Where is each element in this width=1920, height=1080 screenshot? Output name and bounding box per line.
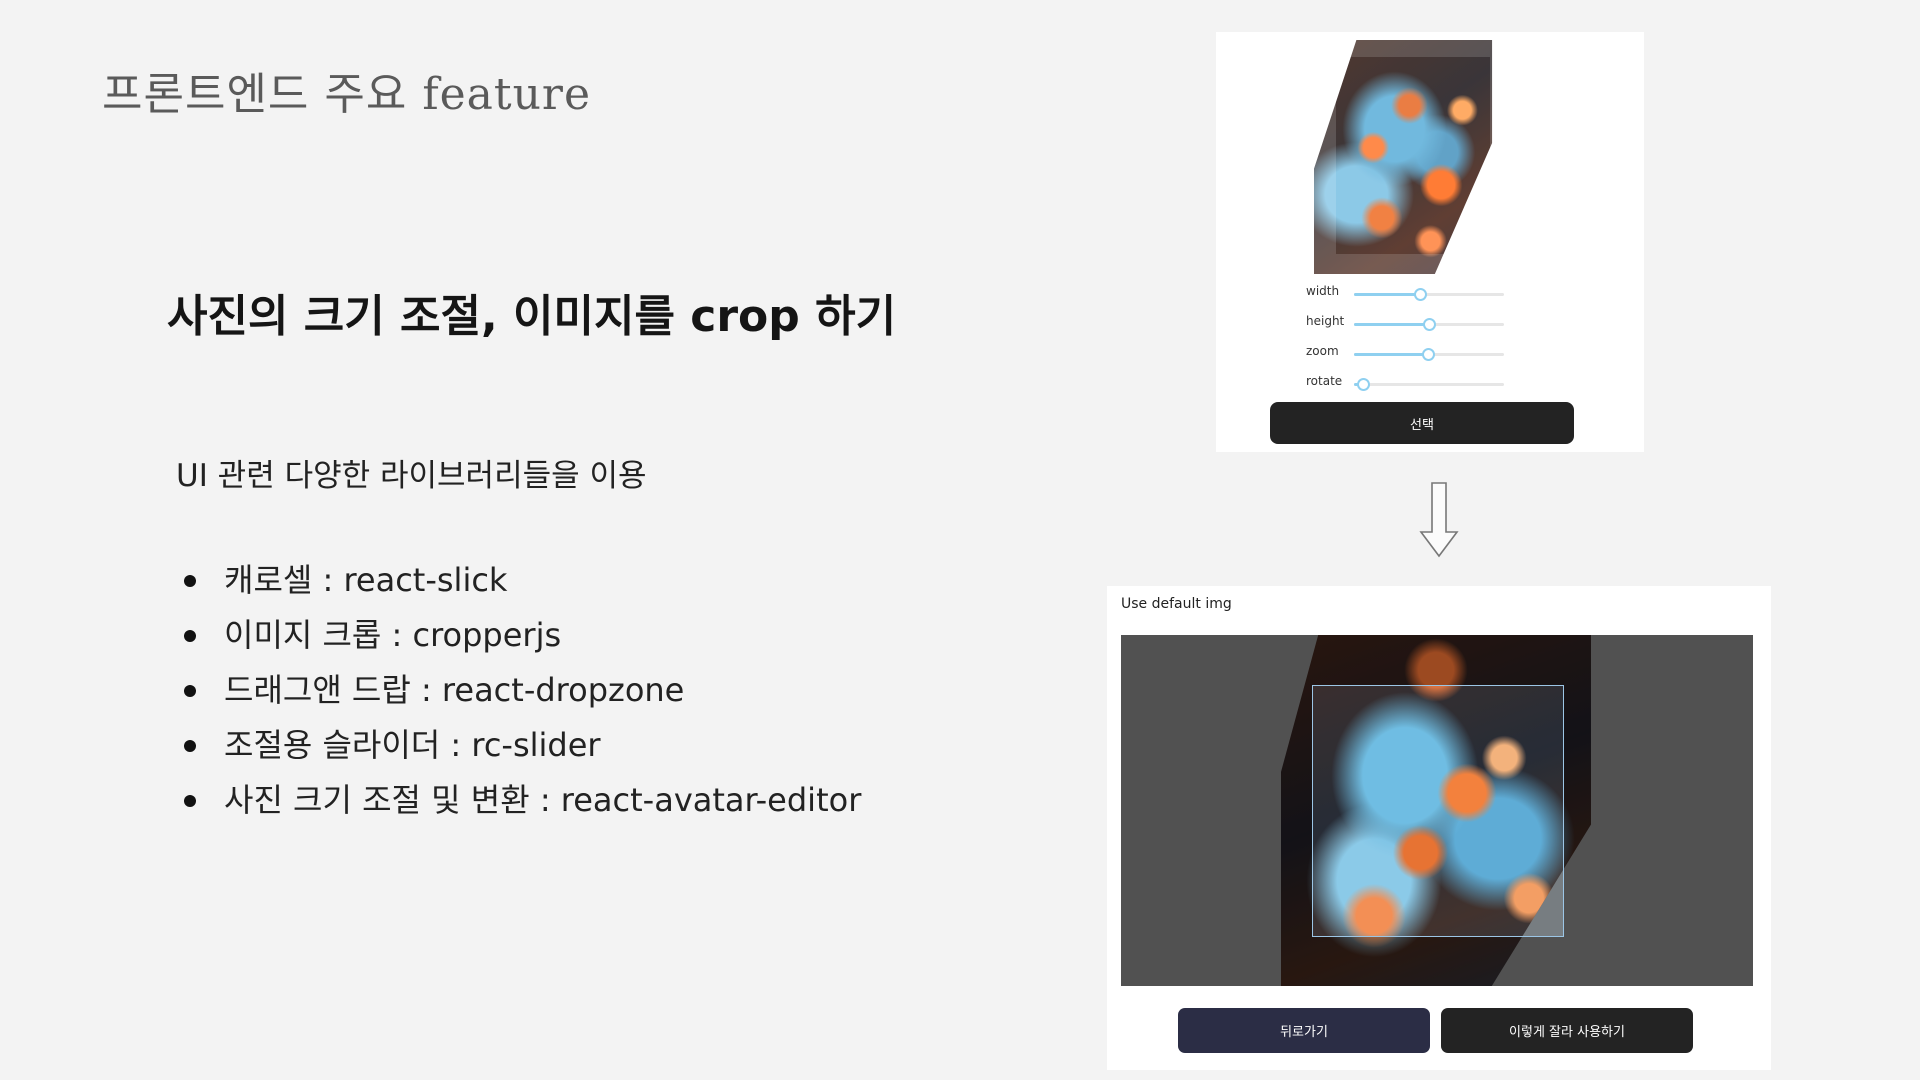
slider-thumb[interactable] [1423,318,1436,331]
slider-track[interactable] [1354,318,1504,331]
slider-label: rotate [1306,374,1343,388]
intro-text: UI 관련 다양한 라이브러리들을 이용 [176,458,647,494]
use-cropped-button[interactable]: 이렇게 잘라 사용하기 [1441,1008,1693,1053]
feature-item: 드래그앤 드랍 : react-dropzone [178,670,861,725]
cropper-card: Use default img 뒤로가기 이렇게 잘라 사용하기 [1107,586,1771,1070]
editor-photo[interactable] [1314,40,1526,274]
slider-track[interactable] [1354,378,1504,391]
slider-zoom[interactable]: zoom [1306,344,1506,364]
slider-thumb[interactable] [1414,288,1427,301]
bullet-icon [184,740,196,752]
slide-title: 프론트엔드 주요 feature [102,69,591,120]
slider-fill [1354,293,1420,296]
feature-item: 조절용 슬라이더 : rc-slider [178,725,861,780]
arrow-down-icon [1419,482,1459,558]
bullet-icon [184,575,196,587]
back-button[interactable]: 뒤로가기 [1178,1008,1430,1053]
slider-track[interactable] [1354,348,1504,361]
crop-canvas[interactable] [1121,635,1753,986]
section-heading: 사진의 크기 조절, 이미지를 crop 하기 [167,291,897,342]
feature-list: 캐로셀 : react-slick 이미지 크롭 : cropperjs 드래그… [178,560,861,835]
feature-item: 캐로셀 : react-slick [178,560,861,615]
select-button[interactable]: 선택 [1270,402,1574,444]
bullet-icon [184,630,196,642]
slider-width[interactable]: width [1306,284,1506,304]
editor-crop-area [1336,57,1490,254]
slider-label: height [1306,314,1345,328]
crop-caption: Use default img [1121,596,1232,612]
slider-rotate[interactable]: rotate [1306,374,1506,394]
feature-item: 사진 크기 조절 및 변환 : react-avatar-editor [178,780,861,835]
slider-height[interactable]: height [1306,314,1506,334]
slider-label: zoom [1306,344,1339,358]
crop-box[interactable] [1312,685,1564,937]
slider-thumb[interactable] [1357,378,1370,391]
feature-item: 이미지 크롭 : cropperjs [178,615,861,670]
slider-label: width [1306,284,1340,298]
slider-thumb[interactable] [1421,348,1435,361]
slider-fill [1354,323,1429,326]
slider-track[interactable] [1354,288,1504,301]
bullet-icon [184,795,196,807]
bullet-icon [184,685,196,697]
avatar-editor-card: width height zoom rotate 선택 [1216,32,1644,452]
slider-fill [1354,353,1428,356]
